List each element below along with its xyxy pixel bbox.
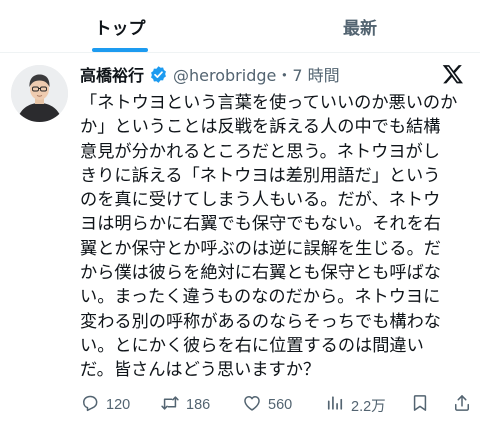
post-text-line: から僕は彼らを絶対に右翼とも保守とも呼ばな [80, 263, 441, 284]
author-name[interactable]: 高橋裕行 [80, 62, 144, 86]
handle-and-time[interactable]: @herobridge・7 時間 [173, 62, 340, 86]
post-text-line: だ。皆さんはどう思いますか？ [80, 360, 321, 381]
x-logo-icon[interactable] [442, 63, 464, 85]
bookmark-icon [410, 393, 430, 417]
like-count: 560 [268, 397, 293, 413]
post-text-line: 「ネトウヨという言葉を使っていいのか悪いのか [80, 93, 458, 113]
post-text-line: 変わる別の呼称があるのならそっちでも構わな [80, 311, 441, 332]
share-icon [452, 393, 472, 417]
tab-top-label: トップ [94, 18, 146, 39]
repost-button[interactable]: 186 [160, 393, 210, 417]
post-text-line: のを真に受けてしまう人もいる。だが、ネトウ [80, 190, 441, 211]
post-text-line: きりに訴える「ネトウヨは差別用語だ」という [80, 165, 441, 186]
post-actions: 120 186 560 2.2万 [80, 391, 472, 419]
views-icon [325, 393, 345, 417]
post-text-line: い。まったく違うものなのだから。ネトウヨに [80, 287, 441, 308]
post-text-line: 意見が分かれるところだと思う。ネトウヨがし [80, 141, 440, 162]
like-icon [242, 393, 262, 417]
views-button[interactable]: 2.2万 [325, 393, 386, 417]
post-text-line: ヨは明らかに右翼でも保守でもない。それを右 [80, 214, 441, 235]
tab-latest-label: 最新 [343, 18, 377, 39]
repost-icon [160, 393, 180, 417]
post-text-line: か」ということは反戦を訴える人の中でも結構 [80, 117, 441, 138]
views-count: 2.2万 [351, 398, 386, 415]
reply-icon [80, 393, 100, 417]
post-text: 「ネトウヨという言葉を使っていいのか悪いのか か」ということは反戦を訴える人の中… [80, 91, 468, 383]
repost-count: 186 [186, 397, 211, 413]
share-button[interactable] [452, 393, 472, 417]
tab-latest[interactable]: 最新 [240, 0, 480, 52]
active-tab-indicator [92, 48, 148, 52]
reply-button[interactable]: 120 [80, 393, 130, 417]
post[interactable]: 高橋裕行 @herobridge・7 時間 「ネトウヨという言葉を使っていいのか… [0, 53, 480, 426]
post-text-line: 翼とか保守とか呼ぶのは逆に誤解を生じる。だ [80, 238, 441, 259]
like-button[interactable]: 560 [242, 393, 292, 417]
avatar[interactable] [11, 65, 68, 122]
post-text-line: い。とにかく彼らを右に位置するのは間違い [80, 335, 424, 356]
bookmark-button[interactable] [410, 393, 430, 417]
post-header: 高橋裕行 @herobridge・7 時間 [80, 63, 340, 85]
verified-badge-icon [149, 65, 168, 84]
timeline-tabs: トップ 最新 [0, 0, 480, 53]
reply-count: 120 [106, 397, 131, 413]
tab-top[interactable]: トップ [0, 0, 240, 52]
